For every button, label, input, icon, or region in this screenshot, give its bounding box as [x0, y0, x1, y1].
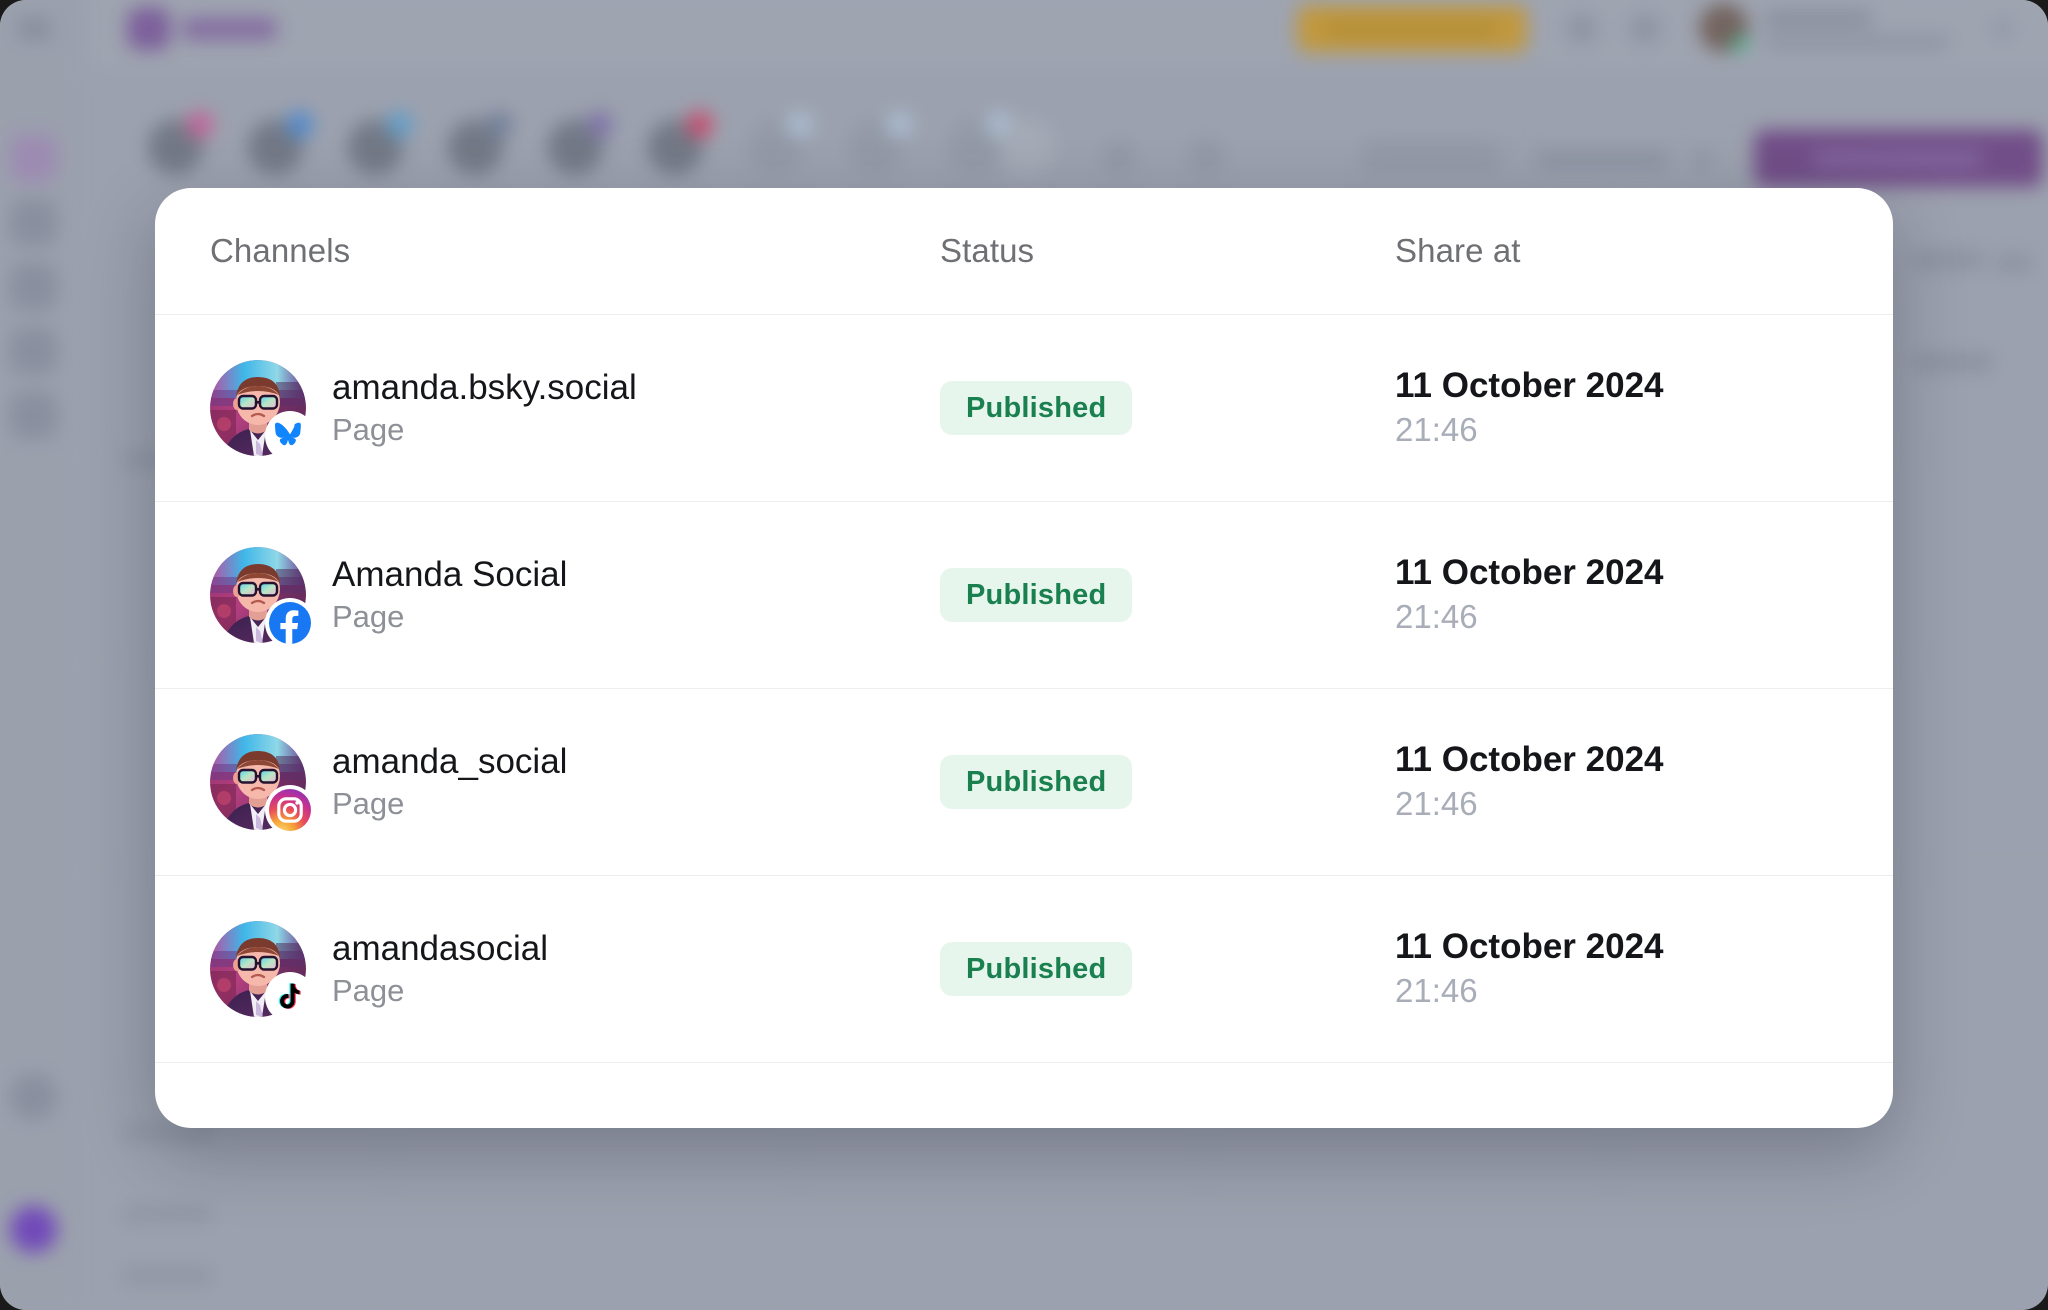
- channel-cell: amanda_social Page: [210, 734, 940, 832]
- channel-cell: Amanda Social Page: [210, 547, 940, 645]
- bluesky-butterfly-icon: [268, 414, 312, 458]
- avatar: [210, 921, 312, 1019]
- channel-name: Amanda Social: [332, 554, 568, 594]
- channel-name: amanda_social: [332, 741, 568, 781]
- table-row[interactable]: amanda.bsky.social Page Published 11 Oct…: [155, 315, 1893, 502]
- table-header: Channels Status Share at: [155, 188, 1893, 314]
- status-badge: Published: [940, 942, 1133, 996]
- status-cell: Published: [940, 755, 1395, 809]
- app-window: Channels Status Share at amanda.bsky.soc…: [0, 0, 2048, 1310]
- channels-table-body: amanda.bsky.social Page Published 11 Oct…: [155, 315, 1893, 1063]
- share-at-cell: 11 October 2024 21:46: [1395, 929, 1893, 1008]
- status-badge: Published: [940, 755, 1133, 809]
- share-at-cell: 11 October 2024 21:46: [1395, 555, 1893, 634]
- share-date: 11 October 2024: [1395, 927, 1664, 967]
- share-date: 11 October 2024: [1395, 740, 1664, 780]
- instagram-icon: [268, 788, 312, 832]
- status-badge: Published: [940, 381, 1133, 435]
- channel-name: amandasocial: [332, 928, 548, 968]
- channel-names: amanda_social Page: [332, 741, 568, 821]
- channel-names: Amanda Social Page: [332, 554, 568, 634]
- channels-status-dialog: Channels Status Share at amanda.bsky.soc…: [155, 188, 1893, 1128]
- channel-type: Page: [332, 785, 405, 821]
- channel-names: amanda.bsky.social Page: [332, 367, 637, 447]
- table-row[interactable]: amandasocial Page Published 11 October 2…: [155, 876, 1893, 1063]
- channel-type: Page: [332, 972, 405, 1008]
- status-badge: Published: [940, 568, 1133, 622]
- channel-name: amanda.bsky.social: [332, 367, 637, 407]
- column-header-status: Status: [940, 232, 1035, 269]
- table-row[interactable]: Amanda Social Page Published 11 October …: [155, 502, 1893, 689]
- share-date: 11 October 2024: [1395, 553, 1664, 593]
- avatar: [210, 734, 312, 832]
- status-cell: Published: [940, 942, 1395, 996]
- channel-cell: amandasocial Page: [210, 921, 940, 1019]
- channel-type: Page: [332, 598, 405, 634]
- share-at-cell: 11 October 2024 21:46: [1395, 368, 1893, 447]
- status-cell: Published: [940, 568, 1395, 622]
- channel-names: amandasocial Page: [332, 928, 548, 1008]
- column-header-share-at: Share at: [1395, 232, 1521, 269]
- share-time: 21:46: [1395, 972, 1478, 1010]
- share-time: 21:46: [1395, 785, 1478, 823]
- share-time: 21:46: [1395, 598, 1478, 636]
- facebook-icon: [268, 601, 312, 645]
- avatar: [210, 360, 312, 458]
- channel-cell: amanda.bsky.social Page: [210, 360, 940, 458]
- status-cell: Published: [940, 381, 1395, 435]
- tiktok-icon: [268, 975, 312, 1019]
- column-header-channels: Channels: [210, 232, 351, 269]
- avatar: [210, 547, 312, 645]
- share-date: 11 October 2024: [1395, 366, 1664, 406]
- table-row[interactable]: amanda_social Page Published 11 October …: [155, 689, 1893, 876]
- share-time: 21:46: [1395, 411, 1478, 449]
- channel-type: Page: [332, 411, 405, 447]
- share-at-cell: 11 October 2024 21:46: [1395, 742, 1893, 821]
- dialog-footer: [155, 1063, 1893, 1128]
